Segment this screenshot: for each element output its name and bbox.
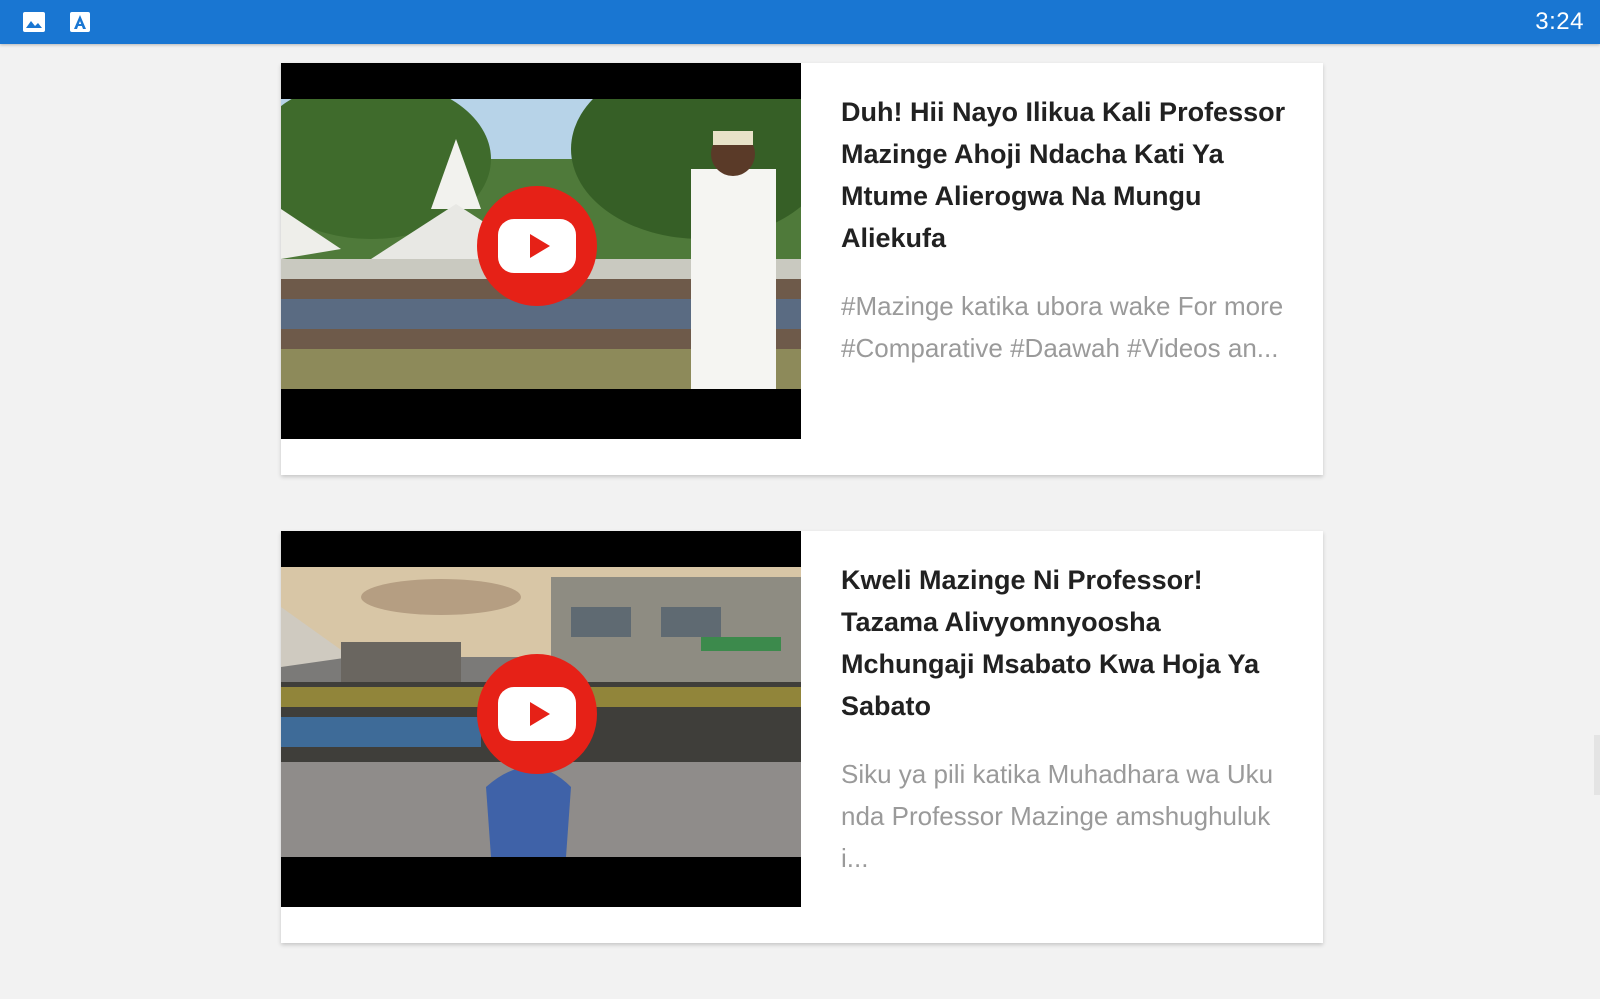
clock: 3:24 [1535, 8, 1584, 35]
video-title[interactable]: Duh! Hii Nayo Ilikua Kali Professor Mazi… [841, 91, 1287, 259]
video-title[interactable]: Kweli Mazinge Ni Professor! Tazama Alivy… [841, 559, 1287, 727]
video-thumbnail[interactable] [281, 63, 801, 439]
video-card[interactable]: Duh! Hii Nayo Ilikua Kali Professor Mazi… [281, 63, 1323, 475]
video-card[interactable]: Kweli Mazinge Ni Professor! Tazama Alivy… [281, 531, 1323, 943]
image-icon [22, 10, 46, 34]
video-thumbnail[interactable] [281, 531, 801, 907]
video-info[interactable]: Kweli Mazinge Ni Professor! Tazama Alivy… [801, 531, 1323, 943]
play-icon[interactable] [477, 654, 597, 774]
status-bar: 3:24 [0, 0, 1600, 44]
scroll-indicator[interactable] [1594, 735, 1600, 795]
video-info[interactable]: Duh! Hii Nayo Ilikua Kali Professor Mazi… [801, 63, 1323, 475]
video-feed[interactable]: Duh! Hii Nayo Ilikua Kali Professor Mazi… [281, 63, 1323, 999]
play-icon[interactable] [477, 186, 597, 306]
app-store-icon [68, 10, 92, 34]
video-description: #Mazinge katika ubora wake For more #Com… [841, 291, 1284, 363]
video-description: Siku ya pili katika Muhadhara wa Ukunda … [841, 759, 1274, 873]
